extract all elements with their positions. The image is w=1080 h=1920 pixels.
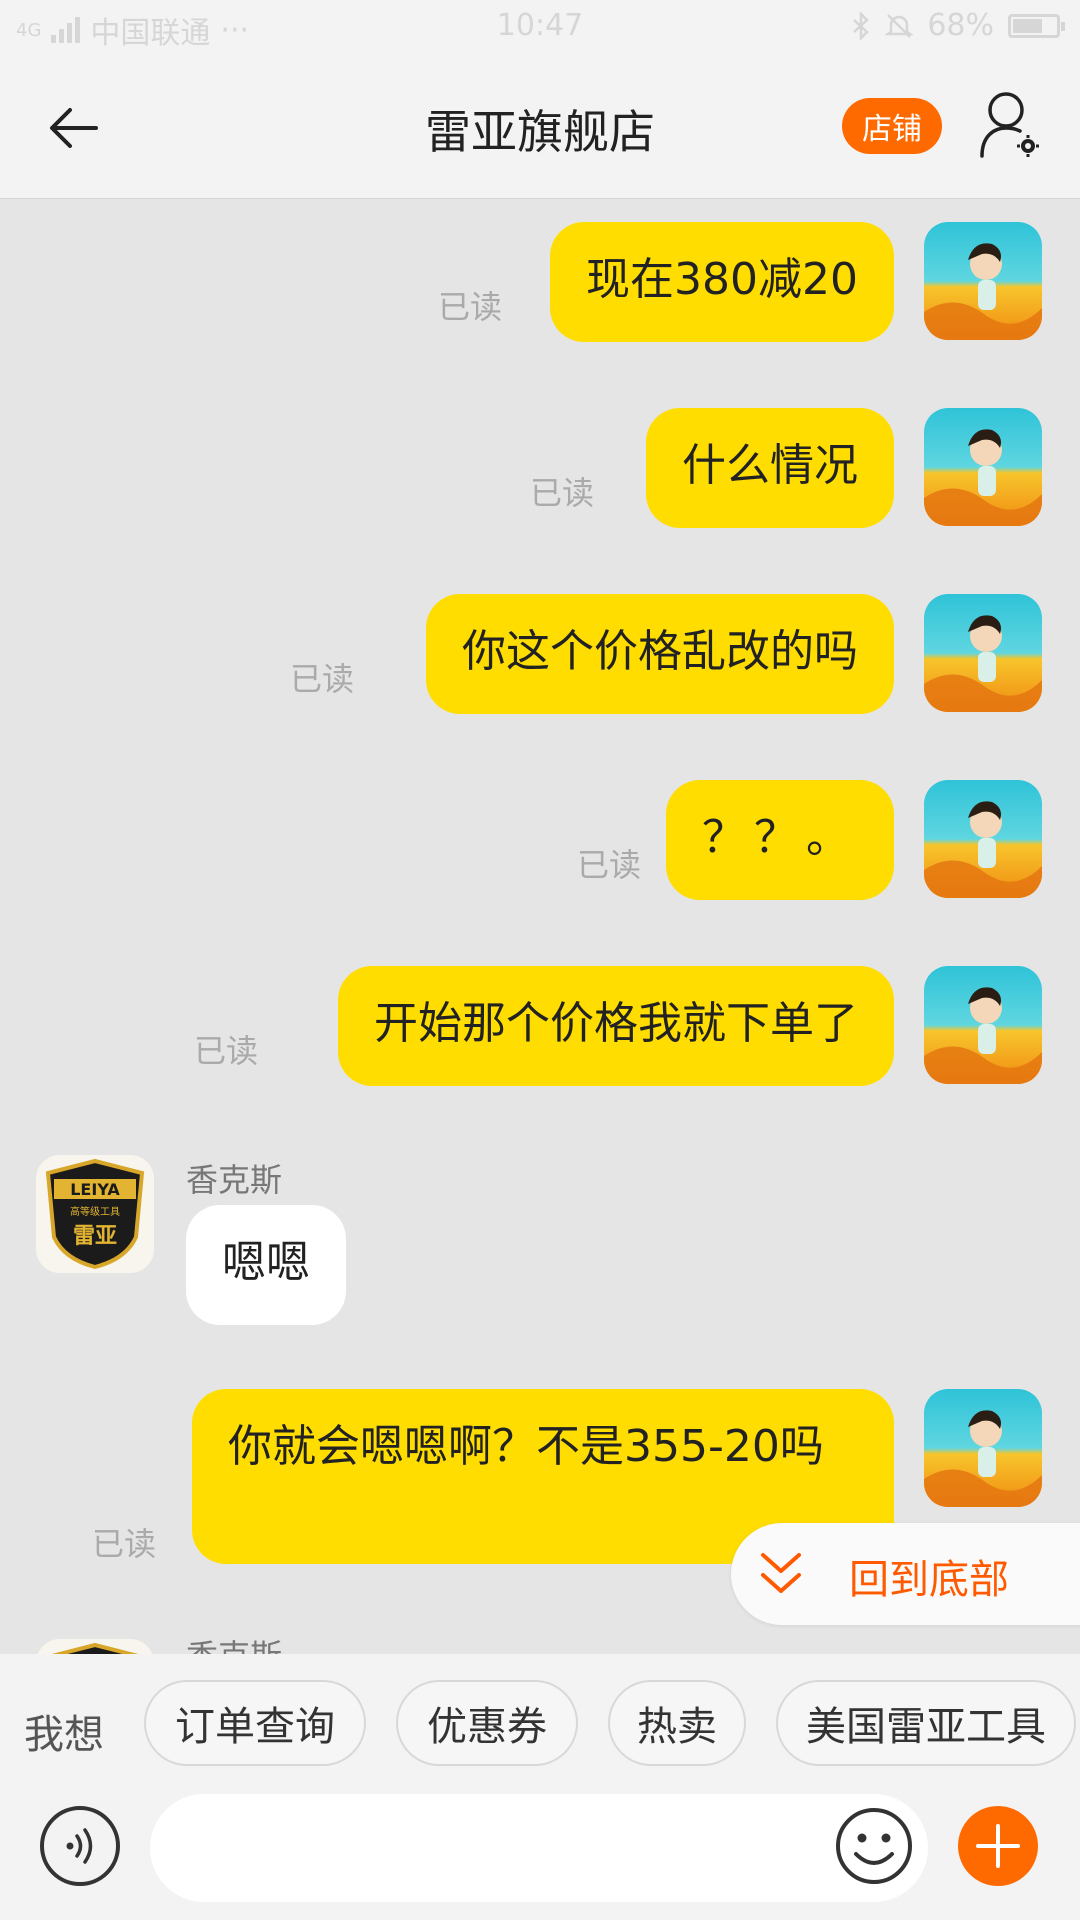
chip-order-query[interactable]: 订单查询 bbox=[144, 1680, 366, 1766]
profile-settings-icon[interactable] bbox=[978, 90, 1044, 160]
my-message-bubble[interactable]: 你这个价格乱改的吗 bbox=[426, 594, 894, 714]
double-chevron-down-icon bbox=[761, 1553, 801, 1593]
clock: 10:47 bbox=[496, 8, 584, 43]
sender-name: 香克斯 bbox=[186, 1161, 283, 1199]
my-message-bubble[interactable]: 开始那个价格我就下单了 bbox=[338, 966, 894, 1086]
shop-avatar[interactable]: LEIYA 高等级工具 雷亚 bbox=[36, 1155, 154, 1273]
shop-button[interactable]: 店铺 bbox=[842, 98, 942, 154]
bluetooth-icon bbox=[853, 11, 870, 40]
my-avatar[interactable] bbox=[924, 594, 1042, 712]
message-row: 已读 开始那个价格我就下单了 bbox=[0, 966, 1080, 1086]
back-to-bottom-button[interactable]: 回到底部 bbox=[731, 1523, 1080, 1625]
shop-avatar[interactable] bbox=[36, 1639, 154, 1654]
shop-message-bubble[interactable]: 嗯嗯 bbox=[186, 1205, 346, 1325]
plus-icon bbox=[976, 1824, 1020, 1868]
more-actions-button[interactable] bbox=[958, 1806, 1038, 1886]
quick-bar-prefix: 我想 bbox=[24, 1712, 104, 1758]
read-status: 已读 bbox=[194, 1032, 259, 1070]
smiley-icon bbox=[836, 1808, 912, 1884]
chat-header: 雷亚旗舰店 店铺 bbox=[0, 56, 1080, 199]
message-input[interactable] bbox=[150, 1794, 928, 1902]
my-avatar[interactable] bbox=[924, 966, 1042, 1084]
chip-coupon[interactable]: 优惠券 bbox=[396, 1680, 578, 1766]
my-avatar[interactable] bbox=[924, 780, 1042, 898]
my-avatar[interactable] bbox=[924, 1389, 1042, 1507]
my-avatar[interactable] bbox=[924, 222, 1042, 340]
logo-sub-text: 高等级工具 bbox=[70, 1205, 120, 1218]
logo-brand-text: LEIYA bbox=[70, 1180, 120, 1199]
back-to-bottom-label: 回到底部 bbox=[849, 1557, 1009, 1603]
emoji-button[interactable] bbox=[834, 1806, 914, 1886]
sender-name: 香克斯 bbox=[186, 1631, 282, 1654]
battery-icon bbox=[1008, 13, 1065, 38]
message-row: LEIYA 高等级工具 雷亚 香克斯 嗯嗯 bbox=[0, 1155, 1080, 1325]
message-row: 已读 ？？。 bbox=[0, 780, 1080, 900]
message-row: 已读 你这个价格乱改的吗 bbox=[0, 594, 1080, 714]
my-avatar[interactable] bbox=[924, 408, 1042, 526]
voice-icon bbox=[66, 1828, 93, 1864]
message-row: 已读 现在380减20 bbox=[0, 222, 1080, 342]
input-bar bbox=[0, 1794, 1080, 1920]
read-status: 已读 bbox=[577, 846, 642, 884]
mute-bell-icon bbox=[885, 13, 914, 38]
read-status: 已读 bbox=[290, 660, 355, 698]
quick-reply-bar: 我想 订单查询 优惠券 热卖 美国雷亚工具 bbox=[0, 1654, 1080, 1794]
voice-input-button[interactable] bbox=[40, 1806, 120, 1886]
logo-cn-text: 雷亚 bbox=[73, 1224, 117, 1249]
my-message-bubble[interactable]: 什么情况 bbox=[646, 408, 894, 528]
read-status: 已读 bbox=[92, 1525, 157, 1563]
chip-hot-sale[interactable]: 热卖 bbox=[608, 1680, 746, 1766]
my-message-bubble[interactable]: 现在380减20 bbox=[550, 222, 894, 342]
my-message-bubble[interactable]: ？？。 bbox=[666, 780, 894, 900]
message-row: 香克斯 bbox=[0, 1631, 1080, 1654]
status-bar: 4G 中国联通 ··· 10:47 68% bbox=[0, 0, 1080, 56]
message-list[interactable]: 已读 现在380减20 已读 什么情况 已读 你这个价格乱改的吗 已读 ？？。 … bbox=[0, 199, 1080, 1654]
message-row: 已读 什么情况 bbox=[0, 408, 1080, 528]
read-status: 已读 bbox=[438, 288, 503, 326]
battery-percent: 68% bbox=[927, 8, 994, 43]
chip-us-leiya-tools[interactable]: 美国雷亚工具 bbox=[776, 1680, 1076, 1766]
read-status: 已读 bbox=[530, 474, 595, 512]
